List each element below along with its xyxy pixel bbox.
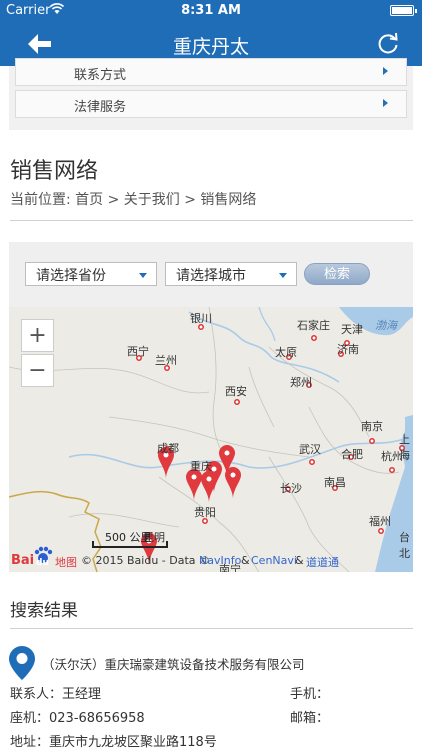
breadcrumb: 当前位置: 首页 > 关于我们 > 销售网络 xyxy=(10,192,257,208)
city-select[interactable]: 请选择城市 xyxy=(165,262,297,286)
mobile-label: 手机： xyxy=(290,687,330,702)
map-city-labels: 银川 石家庄 天津 太原 济南 西宁 兰州 郑州 西安 南京 上海 武汉 合肥 … xyxy=(9,307,413,572)
city-label: 成都 xyxy=(157,442,179,455)
top-bar: Carrier 8:31 AM 重庆丹太 xyxy=(0,0,422,66)
location-pin-icon xyxy=(8,645,36,681)
city-label: 兰州 xyxy=(155,354,177,367)
map-copyright: © 2015 Baidu - Data © xyxy=(81,554,211,567)
contact-value: 王经理 xyxy=(62,687,102,702)
chevron-right-icon xyxy=(383,67,388,75)
city-label: 合肥 xyxy=(341,448,363,461)
chevron-right-icon xyxy=(383,99,388,107)
battery-icon xyxy=(390,5,417,16)
attribution-separator: & xyxy=(241,554,250,567)
baidu-logo-map: 地图 xyxy=(55,556,77,569)
city-label: 银川 xyxy=(190,312,212,325)
menu-item-label: 联系方式 xyxy=(74,68,127,83)
nav-title: 重庆丹太 xyxy=(172,36,249,58)
zoom-in-button[interactable]: + xyxy=(21,319,54,352)
refresh-icon[interactable] xyxy=(376,31,400,55)
filter-bar: 请选择省份 请选择城市 检索 xyxy=(9,242,413,307)
menu-item-legal[interactable]: 法律服务 xyxy=(15,90,407,118)
address-row: 地址：重庆市九龙坡区聚业路118号 xyxy=(10,731,217,750)
city-label: 西宁 xyxy=(127,345,149,358)
address-value: 重庆市九龙坡区聚业路118号 xyxy=(49,735,217,750)
phone-row: 座机：023-68656958 xyxy=(10,707,145,726)
city-label: 重庆 xyxy=(190,460,212,473)
phone-value[interactable]: 023-68656958 xyxy=(49,711,145,726)
caret-down-icon xyxy=(279,273,287,278)
city-label: 武汉 xyxy=(299,443,321,456)
address-label: 地址： xyxy=(10,735,50,750)
contact-row: 联系人：王经理 xyxy=(10,683,101,702)
map-attribution: Bai du 地图 © 2015 Baidu - Data © NavInfo … xyxy=(9,546,413,572)
divider xyxy=(10,220,413,221)
daodaotong-link[interactable]: 道道通 xyxy=(306,554,339,570)
status-bar: Carrier 8:31 AM xyxy=(0,0,422,22)
caret-down-icon xyxy=(139,273,147,278)
page-title: 销售网络 xyxy=(10,159,99,184)
company-name[interactable]: （沃尔沃）重庆瑞豪建筑设备技术服务有限公司 xyxy=(42,654,305,673)
city-select-value: 请选择城市 xyxy=(176,268,246,284)
city-label: 贵阳 xyxy=(194,506,216,519)
city-label: 杭州 xyxy=(381,450,403,463)
city-label: 石家庄 xyxy=(297,319,330,332)
province-select[interactable]: 请选择省份 xyxy=(25,262,157,286)
navinfo-link[interactable]: NavInfo xyxy=(199,554,241,567)
search-button[interactable]: 检索 xyxy=(304,263,370,285)
city-label: 长沙 xyxy=(280,482,302,495)
zoom-out-button[interactable]: − xyxy=(21,354,54,387)
contact-label: 联系人： xyxy=(10,687,63,702)
city-label: 南昌 xyxy=(324,476,346,489)
province-select-value: 请选择省份 xyxy=(36,268,106,284)
results-title: 搜索结果 xyxy=(10,601,78,621)
city-label: 西安 xyxy=(225,385,247,398)
city-label: 济南 xyxy=(337,343,359,356)
city-label: 南京 xyxy=(361,420,383,433)
divider xyxy=(10,628,413,629)
map-view[interactable]: 银川 石家庄 天津 太原 济南 西宁 兰州 郑州 西安 南京 上海 武汉 合肥 … xyxy=(9,307,413,572)
status-time: 8:31 AM xyxy=(181,3,241,18)
menu-item-label: 法律服务 xyxy=(74,100,127,115)
attribution-separator: & xyxy=(295,554,304,567)
email-label: 邮箱： xyxy=(290,711,330,726)
sea-label: 渤海 xyxy=(375,319,397,332)
phone-label: 座机： xyxy=(10,711,50,726)
baidu-logo-du: du xyxy=(36,558,49,568)
city-label: 天津 xyxy=(341,323,363,336)
menu-item-contact[interactable]: 联系方式 xyxy=(15,58,407,86)
map-scale-label: 500 公里 xyxy=(105,531,152,544)
city-label: 郑州 xyxy=(290,376,312,389)
city-label: 太原 xyxy=(275,346,297,359)
city-label: 福州 xyxy=(369,515,391,528)
baidu-logo-bai: Bai xyxy=(11,553,35,568)
cennavi-link[interactable]: CenNavi xyxy=(251,554,297,567)
about-menu: 联系方式 法律服务 xyxy=(9,58,413,130)
